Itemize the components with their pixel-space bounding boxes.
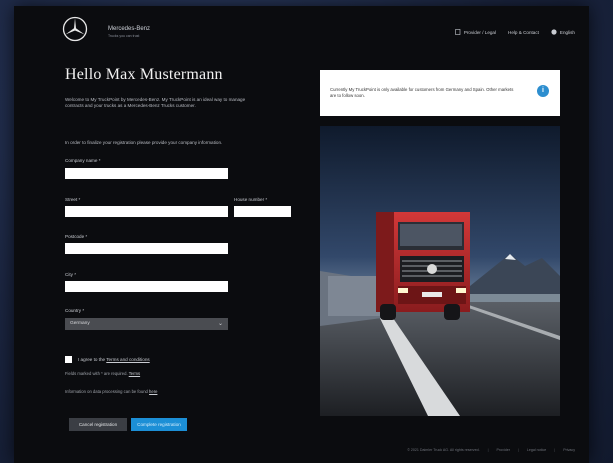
footer-link-legal[interactable]: Legal notice: [527, 448, 546, 452]
required-fields-note: Fields marked with * are required. Terms: [65, 371, 140, 376]
nav-language-label: English: [559, 29, 575, 35]
cancel-registration-button[interactable]: Cancel registration: [69, 418, 127, 431]
document-icon: [455, 29, 461, 35]
site-header: Mercedes-Benz Trucks you can trust Provi…: [14, 6, 589, 56]
brand-tagline: Trucks you can trust: [108, 34, 140, 38]
brand-text: Mercedes-Benz Trucks you can trust: [108, 26, 150, 40]
footer-link-provider[interactable]: Provider: [497, 448, 510, 452]
city-input[interactable]: [65, 281, 228, 292]
street-input[interactable]: [65, 206, 228, 217]
house-number-label: House number *: [234, 197, 268, 202]
country-label: Country *: [65, 308, 85, 313]
chevron-down-icon: ⌄: [217, 321, 223, 327]
terms-text: I agree to the Terms and conditions: [78, 357, 150, 362]
terms-prefix: I agree to the: [78, 357, 107, 362]
terms-checkbox-row: I agree to the Terms and conditions: [65, 356, 150, 363]
required-note-prefix: Fields marked with * are required.: [65, 371, 129, 376]
availability-notice: Currently My TruckPoint is only availabl…: [320, 70, 560, 116]
terms-link[interactable]: Terms and conditions: [106, 357, 149, 362]
privacy-link[interactable]: here: [149, 389, 157, 394]
intro-text: Welcome to My TruckPoint by Mercedes-Ben…: [65, 97, 246, 109]
page-frame: Mercedes-Benz Trucks you can trust Provi…: [14, 6, 589, 463]
nav-help-contact-label: Help & Contact: [508, 29, 539, 35]
footer-separator: |: [554, 448, 556, 452]
brand-name: Mercedes-Benz: [108, 26, 151, 32]
nav-language[interactable]: English: [551, 29, 575, 35]
country-select-value: Germany: [70, 321, 90, 326]
mercedes-star-logo[interactable]: [62, 16, 88, 42]
street-label: Street *: [65, 197, 81, 202]
footer-separator: |: [517, 448, 519, 452]
footer-separator: |: [487, 448, 489, 452]
required-note-link[interactable]: Terms: [129, 371, 140, 376]
privacy-prefix: Information on data processing can be fo…: [65, 389, 150, 394]
country-select[interactable]: Germany ⌄: [65, 318, 228, 330]
nav-provider-legal[interactable]: Provider / Legal: [455, 29, 496, 35]
notice-text: Currently My TruckPoint is only availabl…: [330, 87, 514, 98]
terms-checkbox[interactable]: [65, 356, 72, 363]
company-name-input[interactable]: [65, 168, 228, 179]
instruction-text: In order to finalize your registration p…: [65, 140, 223, 145]
globe-icon: [551, 29, 557, 35]
postcode-input[interactable]: [65, 243, 228, 254]
cancel-button-label: Cancel registration: [78, 422, 118, 427]
postcode-label: Postcode *: [65, 234, 88, 239]
page-title: Hello Max Mustermann: [65, 66, 223, 83]
privacy-note: Information on data processing can be fo…: [65, 389, 157, 394]
info-icon: i: [537, 85, 549, 97]
nav-help-contact[interactable]: Help & Contact: [508, 29, 539, 35]
company-name-label: Company name *: [65, 158, 101, 163]
footer-link-privacy[interactable]: Privacy: [563, 448, 575, 452]
city-label: City *: [65, 272, 76, 277]
nav-provider-legal-label: Provider / Legal: [463, 29, 497, 35]
truck-hero-image: [320, 126, 560, 416]
page-footer: © 2021 Daimler Truck AG. All rights rese…: [407, 448, 575, 452]
complete-registration-button[interactable]: Complete registration: [131, 418, 187, 431]
top-navigation: Provider / Legal Help & Contact English: [455, 29, 575, 35]
submit-button-label: Complete registration: [137, 422, 181, 427]
footer-copyright: © 2021 Daimler Truck AG. All rights rese…: [407, 448, 480, 452]
house-number-input[interactable]: [234, 206, 291, 217]
